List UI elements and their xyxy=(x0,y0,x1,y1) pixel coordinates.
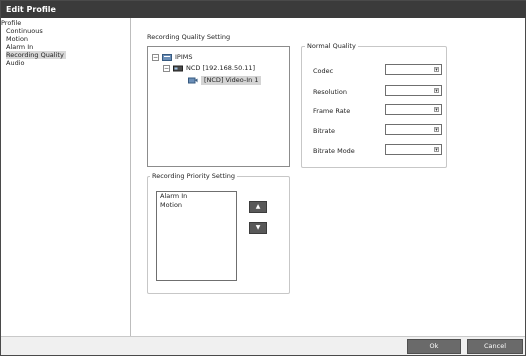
profile-tree: Profile Continuous Motion Alarm In Recor… xyxy=(1,18,131,336)
ok-button[interactable]: Ok xyxy=(407,339,461,354)
list-item[interactable]: Alarm In xyxy=(157,192,236,201)
tree-node-ncd[interactable]: − NCD [192.168.50.11] xyxy=(163,64,255,73)
frame-rate-label: Frame Rate xyxy=(313,107,351,115)
window-title: Edit Profile xyxy=(1,1,526,18)
resolution-select[interactable]: ▾ xyxy=(385,85,442,96)
collapse-icon[interactable]: − xyxy=(163,65,170,72)
move-up-button[interactable]: ▲ xyxy=(249,201,267,213)
codec-label: Codec xyxy=(313,67,334,75)
server-icon xyxy=(162,54,172,61)
frame-rate-select[interactable]: ▾ xyxy=(385,104,442,115)
tree-item-audio[interactable]: Audio xyxy=(6,59,24,67)
bitrate-select[interactable]: ▾ xyxy=(385,124,442,135)
tree-node-label: [NCD] Video-In 1 xyxy=(201,76,262,85)
bitrate-label: Bitrate xyxy=(313,127,336,135)
encoder-icon xyxy=(173,65,183,72)
camera-icon xyxy=(188,77,198,84)
tree-item-profile[interactable]: Profile xyxy=(1,19,21,27)
tree-item-motion[interactable]: Motion xyxy=(6,35,28,43)
tree-node-ipims[interactable]: − IPIMS xyxy=(152,53,193,62)
bitrate-mode-label: Bitrate Mode xyxy=(313,147,355,155)
codec-select[interactable]: ▾ xyxy=(385,64,442,75)
tree-node-label: NCD [192.168.50.11] xyxy=(186,64,256,72)
recording-priority-label: Recording Priority Setting xyxy=(150,172,238,180)
dropdown-arrow-icon: ▾ xyxy=(434,67,439,73)
tree-item-alarm-in[interactable]: Alarm In xyxy=(6,43,33,51)
dropdown-arrow-icon: ▾ xyxy=(434,107,439,113)
resolution-label: Resolution xyxy=(313,88,347,96)
dropdown-arrow-icon: ▾ xyxy=(434,147,439,153)
normal-quality-label: Normal Quality xyxy=(305,42,358,50)
collapse-icon[interactable]: − xyxy=(152,54,159,61)
move-down-button[interactable]: ▼ xyxy=(249,222,267,234)
dropdown-arrow-icon: ▾ xyxy=(434,127,439,133)
tree-node-video-in[interactable]: [NCD] Video-In 1 xyxy=(188,76,262,85)
tree-item-recording-quality[interactable]: Recording Quality xyxy=(6,51,66,59)
priority-list[interactable]: Alarm In Motion xyxy=(156,191,237,281)
bitrate-mode-select[interactable]: ▾ xyxy=(385,144,442,155)
list-item[interactable]: Motion xyxy=(157,201,236,210)
recording-quality-title: Recording Quality Setting xyxy=(147,33,231,41)
tree-item-continuous[interactable]: Continuous xyxy=(6,27,43,35)
tree-node-label: IPIMS xyxy=(175,53,193,61)
device-tree: − IPIMS − NCD [192.168.50.11] [NCD] Vide… xyxy=(147,46,290,167)
dropdown-arrow-icon: ▾ xyxy=(434,88,439,94)
cancel-button[interactable]: Cancel xyxy=(467,339,523,354)
